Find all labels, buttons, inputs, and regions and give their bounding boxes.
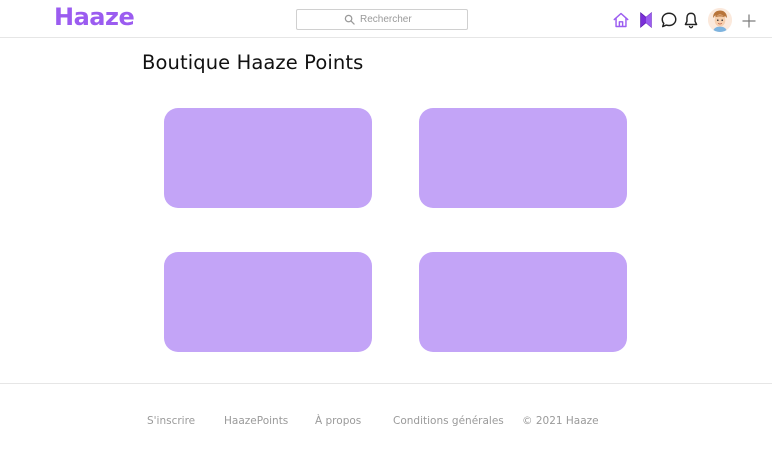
bell-icon[interactable] (682, 11, 700, 29)
shop-card[interactable] (164, 108, 372, 208)
footer: S'inscrire HaazePoints À propos Conditio… (0, 383, 772, 468)
search-input[interactable] (360, 12, 464, 27)
footer-link-signup[interactable]: S'inscrire (147, 415, 195, 427)
haaze-logo[interactable]: Haaze (54, 3, 135, 31)
footer-link-about[interactable]: À propos (315, 415, 361, 427)
shop-card[interactable] (164, 252, 372, 352)
shop-card[interactable] (419, 252, 627, 352)
page-title: Boutique Haaze Points (142, 51, 364, 74)
top-bar: Haaze (0, 0, 772, 38)
search-icon (344, 14, 355, 25)
avatar[interactable] (708, 8, 732, 32)
footer-link-terms[interactable]: Conditions générales (393, 415, 504, 427)
haaze-points-icon[interactable] (637, 11, 655, 29)
avatar-image (708, 8, 732, 32)
footer-copyright: © 2021 Haaze (522, 415, 599, 427)
shop-card[interactable] (419, 108, 627, 208)
plus-icon[interactable] (741, 13, 757, 29)
footer-link-haazepoints[interactable]: HaazePoints (224, 415, 288, 427)
search-box[interactable] (296, 9, 468, 30)
chat-icon[interactable] (660, 11, 678, 29)
home-icon[interactable] (612, 11, 630, 29)
